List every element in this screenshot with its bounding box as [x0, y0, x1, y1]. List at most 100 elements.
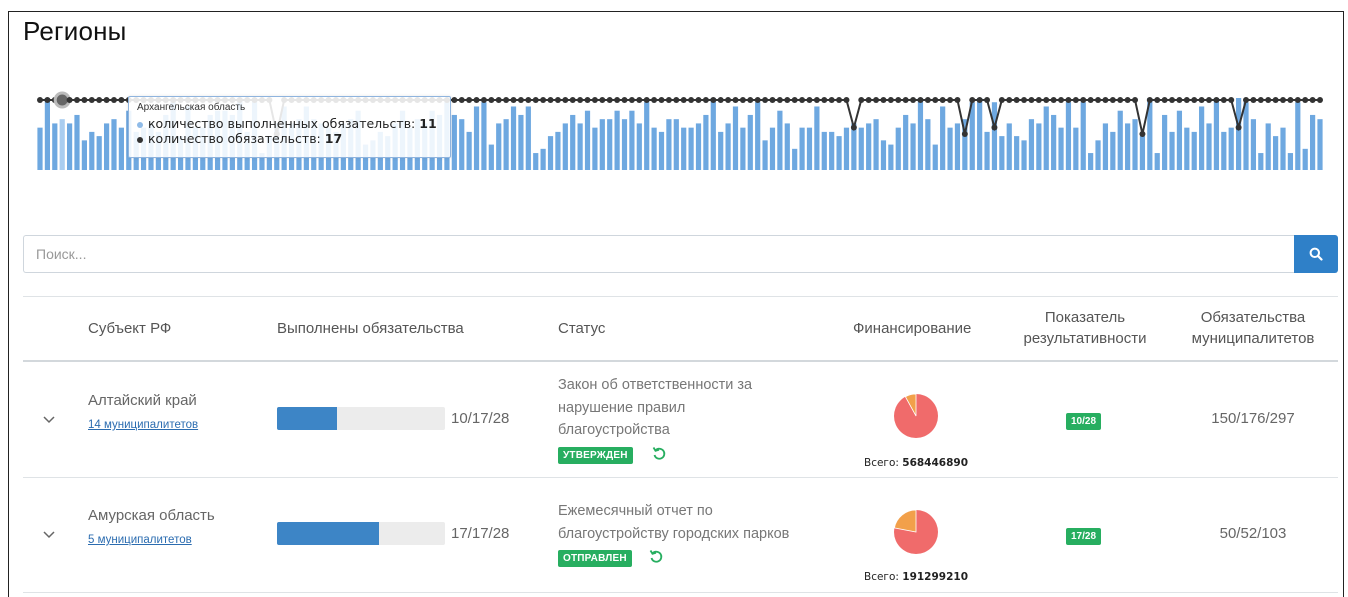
bar[interactable]: [1280, 127, 1286, 170]
bar[interactable]: [792, 148, 798, 170]
line-point[interactable]: [103, 97, 110, 103]
line-point[interactable]: [1154, 97, 1161, 103]
line-point[interactable]: [1169, 97, 1176, 103]
bar[interactable]: [829, 131, 835, 170]
bar[interactable]: [954, 123, 961, 170]
bar[interactable]: [777, 110, 783, 170]
bar[interactable]: [629, 110, 635, 170]
bar[interactable]: [732, 106, 739, 170]
line-point[interactable]: [873, 97, 880, 103]
bar[interactable]: [784, 123, 790, 170]
line-point[interactable]: [880, 97, 887, 103]
bar[interactable]: [725, 123, 731, 170]
bar[interactable]: [917, 98, 924, 170]
bar[interactable]: [769, 127, 776, 170]
line-point[interactable]: [821, 97, 828, 103]
bar[interactable]: [599, 119, 605, 170]
line-point[interactable]: [1139, 131, 1146, 137]
line-point[interactable]: [1013, 97, 1020, 103]
bar[interactable]: [1273, 136, 1279, 170]
line-point[interactable]: [917, 97, 924, 103]
bar[interactable]: [1228, 127, 1234, 170]
line-point[interactable]: [1117, 97, 1124, 103]
bar[interactable]: [459, 119, 465, 170]
bar[interactable]: [762, 140, 768, 170]
line-point[interactable]: [532, 97, 539, 103]
bar[interactable]: [1243, 102, 1249, 170]
bar[interactable]: [481, 102, 487, 170]
line-point[interactable]: [887, 97, 894, 103]
line-point[interactable]: [554, 97, 561, 103]
bar[interactable]: [1095, 140, 1101, 170]
line-point[interactable]: [1228, 97, 1235, 103]
line-point[interactable]: [118, 97, 125, 103]
bar[interactable]: [1206, 123, 1212, 170]
line-point[interactable]: [1146, 97, 1153, 103]
line-point[interactable]: [1080, 97, 1087, 103]
line-point[interactable]: [1006, 97, 1013, 103]
line-point[interactable]: [932, 97, 939, 103]
bar[interactable]: [518, 114, 524, 170]
bar[interactable]: [547, 136, 554, 170]
bar[interactable]: [1154, 153, 1160, 170]
municipalities-link[interactable]: 5 муниципалитетов: [88, 534, 192, 546]
line-point[interactable]: [665, 97, 672, 103]
line-point[interactable]: [1050, 97, 1057, 103]
line-point[interactable]: [510, 97, 517, 103]
line-point[interactable]: [1065, 97, 1072, 103]
bar[interactable]: [473, 106, 480, 170]
line-point[interactable]: [66, 97, 73, 103]
bar[interactable]: [866, 123, 872, 170]
bar[interactable]: [1302, 148, 1308, 170]
bar[interactable]: [836, 136, 842, 170]
line-point[interactable]: [547, 97, 554, 103]
bar[interactable]: [673, 119, 679, 170]
bar[interactable]: [940, 106, 946, 170]
line-point[interactable]: [828, 97, 835, 103]
bar[interactable]: [755, 102, 761, 170]
line-point[interactable]: [984, 97, 991, 103]
line-point[interactable]: [739, 97, 746, 103]
bar[interactable]: [888, 144, 894, 170]
line-point[interactable]: [1302, 97, 1309, 103]
line-point[interactable]: [1035, 97, 1042, 103]
line-point[interactable]: [747, 97, 754, 103]
line-point[interactable]: [1257, 97, 1264, 103]
line-point[interactable]: [1235, 124, 1242, 131]
line-point[interactable]: [865, 97, 872, 103]
line-point[interactable]: [88, 97, 95, 103]
line-point[interactable]: [44, 97, 51, 103]
line-point[interactable]: [473, 97, 480, 103]
line-point[interactable]: [584, 97, 591, 103]
bar[interactable]: [96, 136, 102, 170]
header-municipal[interactable]: Обязательства муниципалитетов: [1180, 307, 1326, 349]
line-point[interactable]: [998, 97, 1005, 103]
bar[interactable]: [681, 127, 687, 170]
line-point[interactable]: [658, 97, 665, 103]
line-point[interactable]: [451, 97, 458, 103]
bar[interactable]: [644, 102, 650, 170]
bar[interactable]: [903, 114, 909, 170]
line-point[interactable]: [110, 97, 117, 103]
bar[interactable]: [932, 144, 938, 170]
bar[interactable]: [1295, 102, 1301, 170]
bar[interactable]: [806, 127, 813, 170]
line-point[interactable]: [858, 97, 865, 103]
bar[interactable]: [895, 127, 901, 170]
bar[interactable]: [1191, 131, 1197, 170]
bar[interactable]: [555, 131, 561, 170]
bar[interactable]: [510, 106, 517, 170]
header-financing[interactable]: Финансирование: [853, 318, 971, 339]
bar[interactable]: [636, 123, 642, 170]
line-point[interactable]: [732, 97, 739, 103]
line-point[interactable]: [651, 97, 658, 103]
bar[interactable]: [1265, 123, 1271, 170]
search-input[interactable]: [23, 235, 1294, 273]
bar[interactable]: [666, 119, 672, 170]
bar[interactable]: [688, 127, 694, 170]
bar[interactable]: [1236, 98, 1242, 170]
line-point[interactable]: [1294, 97, 1301, 103]
bar[interactable]: [533, 153, 539, 170]
line-point[interactable]: [776, 97, 783, 103]
line-point[interactable]: [969, 97, 976, 103]
